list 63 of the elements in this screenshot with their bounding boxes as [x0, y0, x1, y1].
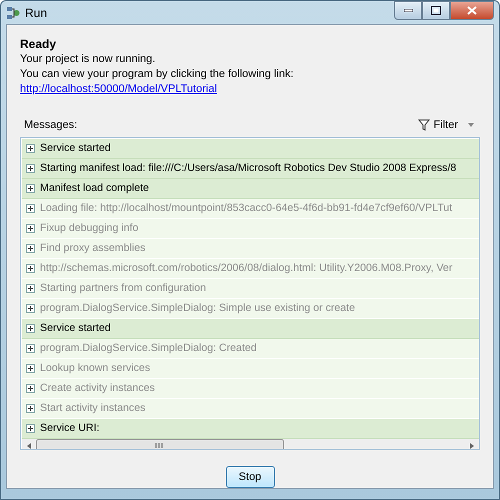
message-row[interactable]: Service URI: — [22, 418, 479, 439]
expand-icon[interactable] — [26, 244, 35, 253]
message-row[interactable]: Loading file: http://localhost/mountpoint/853cacc0-64e5-4f6d-bb91-fd4e7cf9ef60/VPLTut — [22, 198, 479, 219]
message-text: Fixup debugging info — [40, 222, 138, 234]
message-text: program.DialogService.SimpleDialog: Created — [40, 342, 257, 354]
message-row[interactable]: Start activity instances — [22, 398, 479, 419]
message-row[interactable]: Find proxy assemblies — [22, 238, 479, 259]
maximize-icon — [431, 6, 441, 15]
messages-label: Messages: — [24, 118, 78, 131]
message-text: Starting manifest load: file:///C:/Users/asa/Microsoft Robotics Dev Studio 2008 Express/8 — [40, 162, 456, 174]
maximize-button[interactable] — [422, 1, 450, 20]
message-row[interactable]: Service started — [22, 138, 479, 159]
window-title: Run — [25, 6, 48, 20]
minimize-icon — [404, 9, 412, 12]
expand-icon[interactable] — [26, 304, 35, 313]
message-row[interactable]: Fixup debugging info — [22, 218, 479, 239]
expand-icon[interactable] — [26, 164, 35, 173]
expand-icon[interactable] — [26, 224, 35, 233]
expand-icon[interactable] — [26, 144, 35, 153]
message-row[interactable]: Service started — [22, 318, 479, 339]
close-icon — [467, 6, 477, 15]
status-heading: Ready — [20, 37, 58, 52]
expand-icon[interactable] — [26, 384, 35, 393]
filter-button[interactable]: Filter — [418, 118, 476, 131]
stop-button[interactable]: Stop — [226, 466, 274, 488]
message-text: Loading file: http://localhost/mountpoint/853cacc0-64e5-4f6d-bb91-fd4e7cf9ef60/VPLTut — [40, 202, 452, 214]
message-text: Create activity instances — [40, 382, 155, 394]
message-text: Starting partners from configuration — [40, 282, 206, 294]
message-text: program.DialogService.SimpleDialog: Simple use existing or create — [40, 302, 356, 314]
filter-icon — [418, 118, 430, 131]
message-row[interactable]: Manifest load complete — [22, 178, 479, 199]
minimize-button[interactable] — [394, 1, 422, 20]
app-icon — [6, 6, 20, 20]
message-row[interactable]: Starting partners from configuration — [22, 278, 479, 299]
expand-icon[interactable] — [26, 324, 35, 333]
expand-icon[interactable] — [26, 364, 35, 373]
message-text: Start activity instances — [40, 402, 146, 414]
program-link[interactable]: http://localhost:50000/Model/VPLTutorial — [20, 83, 217, 95]
message-text: Service started — [40, 142, 111, 154]
message-row[interactable]: Lookup known services — [22, 358, 479, 379]
close-button[interactable] — [450, 1, 494, 20]
status-text: Your project is now running. — [20, 52, 156, 67]
scroll-thumb[interactable] — [36, 439, 284, 449]
message-text: Find proxy assemblies — [40, 242, 146, 254]
message-row[interactable]: Create activity instances — [22, 378, 479, 399]
expand-icon[interactable] — [26, 424, 35, 433]
expand-icon[interactable] — [26, 264, 35, 273]
message-row[interactable]: program.DialogService.SimpleDialog: Created — [22, 338, 479, 359]
expand-icon[interactable] — [26, 204, 35, 213]
message-text: Service started — [40, 322, 111, 334]
message-row[interactable]: Starting manifest load: file:///C:/Users/asa/Microsoft Robotics Dev Studio 2008 Express/8 — [22, 158, 479, 179]
message-text: Manifest load complete — [40, 182, 149, 194]
message-row[interactable]: program.DialogService.SimpleDialog: Simple use existing or create — [22, 298, 479, 319]
message-text: http://schemas.microsoft.com/robotics/2006/08/dialog.html: Utility.Y2006.M08.Proxy, Ver — [40, 262, 452, 274]
expand-icon[interactable] — [26, 284, 35, 293]
horizontal-scrollbar[interactable] — [22, 438, 479, 449]
expand-icon[interactable] — [26, 344, 35, 353]
message-text: Lookup known services — [40, 362, 150, 374]
message-row[interactable]: http://schemas.microsoft.com/robotics/2006/08/dialog.html: Utility.Y2006.M08.Proxy, Ver — [22, 258, 479, 279]
expand-icon[interactable] — [26, 184, 35, 193]
expand-icon[interactable] — [26, 404, 35, 413]
message-text: Service URI: — [40, 422, 100, 434]
instruction-text: You can view your program by clicking the following link: — [20, 67, 295, 82]
